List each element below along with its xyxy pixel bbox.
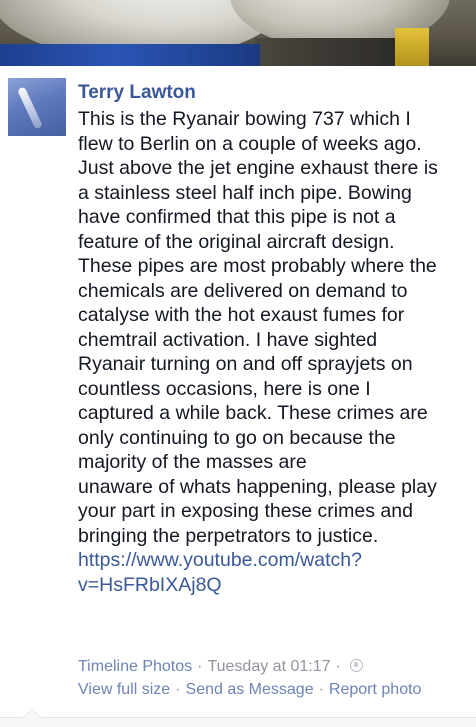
message-line: unaware of whats happening, please play xyxy=(78,475,437,498)
avatar-contrail xyxy=(17,86,43,130)
message-line: have confirmed that this pipe is not a xyxy=(78,206,396,228)
message-line: your part in exposing these crimes and xyxy=(78,500,413,522)
photo-detail-blue xyxy=(0,44,260,66)
separator: · xyxy=(318,681,324,698)
message-line: This is the Ryanair bowing 737 which I xyxy=(78,108,411,130)
separator: · xyxy=(175,681,181,698)
author-name[interactable]: Terry Lawton xyxy=(78,82,196,104)
post-photo[interactable] xyxy=(0,0,476,66)
globe-icon[interactable] xyxy=(349,659,363,672)
avatar[interactable] xyxy=(8,78,66,136)
timeline-photos-link[interactable]: Timeline Photos xyxy=(78,658,192,675)
message-line: catalyse with the hot exaust fumes for xyxy=(78,304,405,326)
message-line: captured a while back. These crimes are xyxy=(78,402,428,424)
photo-detail-dark xyxy=(255,38,395,66)
comment-caret xyxy=(22,708,42,718)
message-line: feature of the original aircraft design. xyxy=(78,230,395,253)
message-line: countless occasions, here is one I xyxy=(78,377,371,400)
message-line: flew to Berlin on a couple of weeks ago. xyxy=(78,132,422,155)
message-line: Just above the jet engine exhaust there … xyxy=(78,157,438,179)
report-photo-link[interactable]: Report photo xyxy=(329,681,422,698)
meta-row-2: View full size · Send as Message · Report ph… xyxy=(78,678,470,701)
spacer xyxy=(0,66,476,76)
post-message: This is the Ryanair bowing 737 which I f… xyxy=(78,107,470,597)
separator: · xyxy=(335,658,341,675)
view-full-size-link[interactable]: View full size xyxy=(78,681,170,698)
message-line: majority of the masses are xyxy=(78,451,307,473)
photo-detail-yellow xyxy=(395,28,429,66)
meta-row-1: Timeline Photos · Tuesday at 01:17 · xyxy=(78,655,470,678)
message-line: chemtrail activation. I have sighted xyxy=(78,328,378,351)
message-line: These pipes are most probably where the xyxy=(78,255,437,277)
timestamp[interactable]: Tuesday at 01:17 xyxy=(207,658,330,675)
separator: · xyxy=(197,658,203,675)
post-meta: Timeline Photos · Tuesday at 01:17 · View f… xyxy=(78,655,470,701)
message-line: bringing the perpetrators to justice. xyxy=(78,524,379,547)
youtube-link-part2[interactable]: v=HsFRbIXAj8Q xyxy=(78,573,470,598)
message-line: only continuing to go on because the xyxy=(78,426,396,449)
divider xyxy=(0,717,476,718)
message-line: Ryanair turning on and off sprayjets on xyxy=(78,353,413,375)
comments-area xyxy=(0,718,476,727)
message-line: chemicals are delivered on demand to xyxy=(78,279,408,302)
send-as-message-link[interactable]: Send as Message xyxy=(186,681,314,698)
youtube-link-part1[interactable]: https://www.youtube.com/watch? xyxy=(78,548,470,573)
message-line: a stainless steel half inch pipe. Bowing xyxy=(78,181,412,204)
